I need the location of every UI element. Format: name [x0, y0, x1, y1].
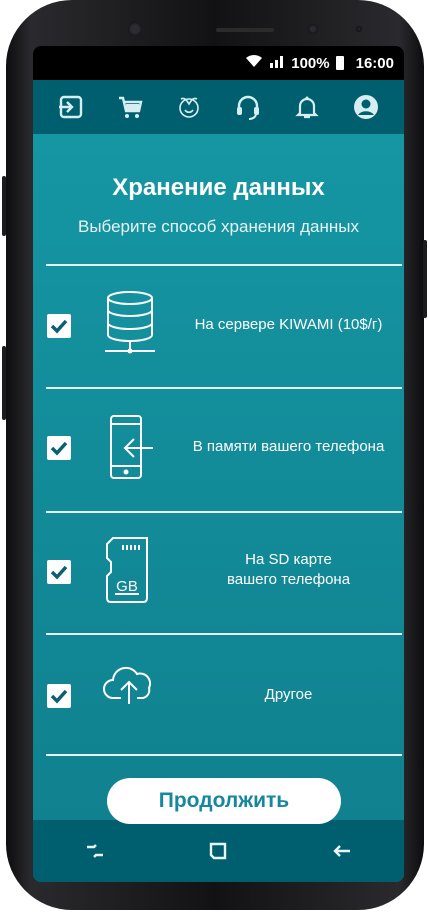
front-camera [128, 22, 142, 36]
checkbox-other[interactable] [47, 684, 71, 708]
volume-button [2, 176, 6, 236]
top-bezel [30, 8, 400, 50]
status-bar: 100% 16:00 [33, 46, 404, 80]
power-button [423, 240, 427, 318]
bixby-button [2, 346, 6, 420]
bell-icon[interactable] [292, 92, 322, 122]
option-server-label: На сервере KIWAMI (10$/г) [194, 316, 383, 333]
signal-icon [269, 54, 285, 72]
screen: 100% 16:00 Хранение данных Выберите спос… [33, 46, 404, 882]
battery-level: 100% [291, 54, 330, 72]
logo-icon[interactable] [174, 92, 204, 122]
sd-card-icon: GB [101, 536, 159, 606]
top-nav [33, 80, 404, 134]
checkbox-phone-memory[interactable] [47, 436, 71, 460]
phone-frame: 100% 16:00 Хранение данных Выберите спос… [0, 0, 429, 912]
continue-button[interactable]: Продолжить [107, 778, 341, 824]
proximity-sensor [356, 26, 362, 32]
page-subtitle: Выберите способ хранения данных [78, 217, 359, 236]
earpiece-speaker [216, 28, 274, 32]
content-area: Хранение данных Выберите способ хранения… [33, 134, 404, 820]
option-sd-card-label-line1: На SD карте [245, 551, 332, 568]
checkbox-server[interactable] [47, 314, 71, 338]
checkbox-sd-card[interactable] [47, 560, 71, 584]
sd-card-capacity: GB [116, 578, 138, 595]
phone-memory-icon [101, 414, 159, 484]
option-phone-memory-label: В памяти вашего телефона [192, 438, 385, 455]
page-title: Хранение данных [112, 174, 325, 201]
divider [46, 754, 402, 756]
home-icon[interactable] [205, 838, 231, 864]
option-server[interactable]: На сервере KIWAMI (10$/г) [33, 265, 404, 387]
option-sd-card-label-line2: вашего телефона [226, 571, 351, 588]
recent-apps-icon[interactable] [82, 838, 108, 864]
headset-icon[interactable] [233, 92, 263, 122]
option-other[interactable]: Другое [33, 634, 404, 756]
battery-icon [335, 56, 344, 70]
system-nav [33, 820, 404, 882]
back-icon[interactable] [329, 838, 355, 864]
option-sd-card-label: На SD карте вашего телефона [173, 550, 404, 590]
database-server-icon [101, 289, 159, 359]
option-other-label: Другое [264, 686, 313, 703]
cloud-upload-icon [101, 664, 159, 734]
clock: 16:00 [355, 54, 394, 72]
user-icon[interactable] [351, 92, 381, 122]
option-sd-card[interactable]: GB На SD карте вашего телефона [33, 512, 404, 634]
wifi-icon [245, 54, 263, 72]
cart-icon[interactable] [115, 92, 145, 122]
option-phone-memory[interactable]: В памяти вашего телефона [33, 388, 404, 510]
exit-icon[interactable] [56, 92, 86, 122]
iris-sensor [308, 24, 318, 34]
